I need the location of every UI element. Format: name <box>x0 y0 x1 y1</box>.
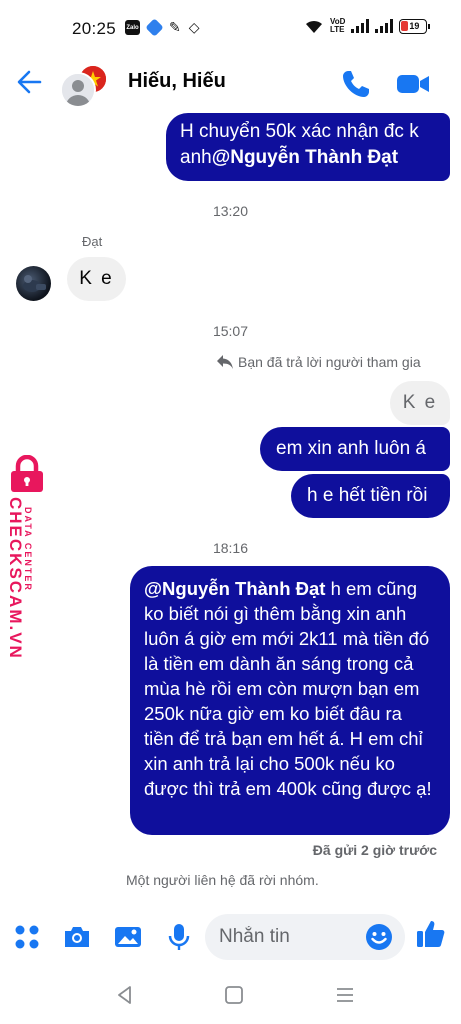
sent-status: Đã gửi 2 giờ trước <box>312 842 437 858</box>
video-call-button[interactable] <box>396 68 430 100</box>
signal-icon-1 <box>351 19 370 33</box>
message-input[interactable] <box>219 922 359 952</box>
reply-icon <box>217 355 233 369</box>
emoji-icon <box>366 924 392 950</box>
nav-home-icon <box>225 986 243 1004</box>
message-input-container <box>205 914 405 960</box>
sender-name: Đạt <box>82 234 103 249</box>
nav-back-icon <box>118 986 131 1004</box>
nav-back-button[interactable] <box>114 984 136 1006</box>
microphone-icon <box>168 924 190 950</box>
status-notification-icons: Zalo ✎ ◇ <box>125 18 200 37</box>
message-text: h e hết tiền rồi <box>307 485 428 506</box>
voice-message-button[interactable] <box>164 922 194 952</box>
message-bubble-outgoing[interactable]: em xin anh luôn á <box>260 427 450 471</box>
watermark-subtitle: DATA CENTER <box>23 507 33 592</box>
reply-note-text: Bạn đã trả lời người tham gia <box>238 354 421 370</box>
camera-icon <box>65 927 89 947</box>
lock-icon <box>11 455 43 492</box>
menu-button[interactable] <box>12 922 42 952</box>
like-button[interactable] <box>415 918 445 948</box>
nav-recents-button[interactable] <box>334 984 356 1006</box>
message-bubble-quoted[interactable]: K e <box>390 381 450 425</box>
signal-icon-2 <box>375 19 394 33</box>
nav-home-button[interactable] <box>223 984 245 1006</box>
system-nav-bar <box>0 970 461 1024</box>
timestamp-separator: 18:16 <box>212 540 249 556</box>
tool-icon: ✎ <box>169 19 181 35</box>
message-bubble-incoming[interactable]: K e <box>67 257 126 301</box>
chat-header: Hiếu, Hiếu <box>0 56 461 112</box>
status-system-icons: VoD LTE 19 <box>304 17 431 34</box>
mention[interactable]: @Nguyễn Thành Đạt <box>144 578 325 599</box>
wifi-icon <box>306 20 322 33</box>
back-arrow-icon <box>17 70 42 94</box>
system-note: Một người liên hệ đã rời nhóm. <box>126 872 319 888</box>
gallery-button[interactable] <box>113 922 143 952</box>
message-text: em xin anh luôn á <box>276 438 426 459</box>
sender-avatar[interactable] <box>16 266 51 301</box>
message-text: anh <box>180 147 212 168</box>
conversation-title[interactable]: Hiếu, Hiếu <box>128 70 226 93</box>
default-avatar <box>60 72 96 108</box>
watermark-brand: CHECKSCAM.VN <box>6 497 25 660</box>
nav-recents-icon <box>337 988 353 1002</box>
timestamp-separator: 13:20 <box>212 203 249 219</box>
crypto-icon: ◇ <box>188 19 200 35</box>
status-time: 20:25 <box>72 19 117 38</box>
image-icon <box>115 927 141 947</box>
message-composer <box>0 910 461 966</box>
message-text: H chuyển 50k xác nhận đc k <box>180 121 419 142</box>
app-notification-icon <box>145 18 164 37</box>
message-text: K e <box>402 392 438 413</box>
group-avatar[interactable] <box>60 64 108 110</box>
emoji-button[interactable] <box>365 923 393 951</box>
volte-indicator: VoD LTE <box>330 17 346 34</box>
message-bubble-outgoing[interactable]: H chuyển 50k xác nhận đc k anh@Nguyễn Th… <box>166 113 450 181</box>
status-bar: 20:25 Zalo ✎ ◇ VoD LTE 19 <box>0 0 461 56</box>
message-bubble-outgoing[interactable]: h e hết tiền rồi <box>291 474 450 518</box>
message-text: h em cũng ko biết nói gì thêm bằng xin a… <box>144 578 432 799</box>
battery-icon: 19 <box>399 18 431 34</box>
video-camera-icon <box>397 75 429 93</box>
back-button[interactable] <box>12 64 48 100</box>
watermark: CHECKSCAM.VN DATA CENTER <box>3 455 49 660</box>
zalo-icon: Zalo <box>125 20 140 35</box>
reply-indicator: Bạn đã trả lời người tham gia <box>216 354 421 370</box>
phone-icon <box>343 71 369 97</box>
message-text: K e <box>79 268 114 289</box>
camera-button[interactable] <box>62 922 92 952</box>
message-bubble-outgoing[interactable]: @Nguyễn Thành Đạt h em cũng ko biết nói … <box>130 566 450 835</box>
timestamp-separator: 15:07 <box>212 323 249 339</box>
menu-dots-icon <box>15 925 39 949</box>
thumbs-up-icon <box>417 921 445 947</box>
voice-call-button[interactable] <box>340 68 372 100</box>
mention[interactable]: @Nguyễn Thành Đạt <box>212 147 398 168</box>
